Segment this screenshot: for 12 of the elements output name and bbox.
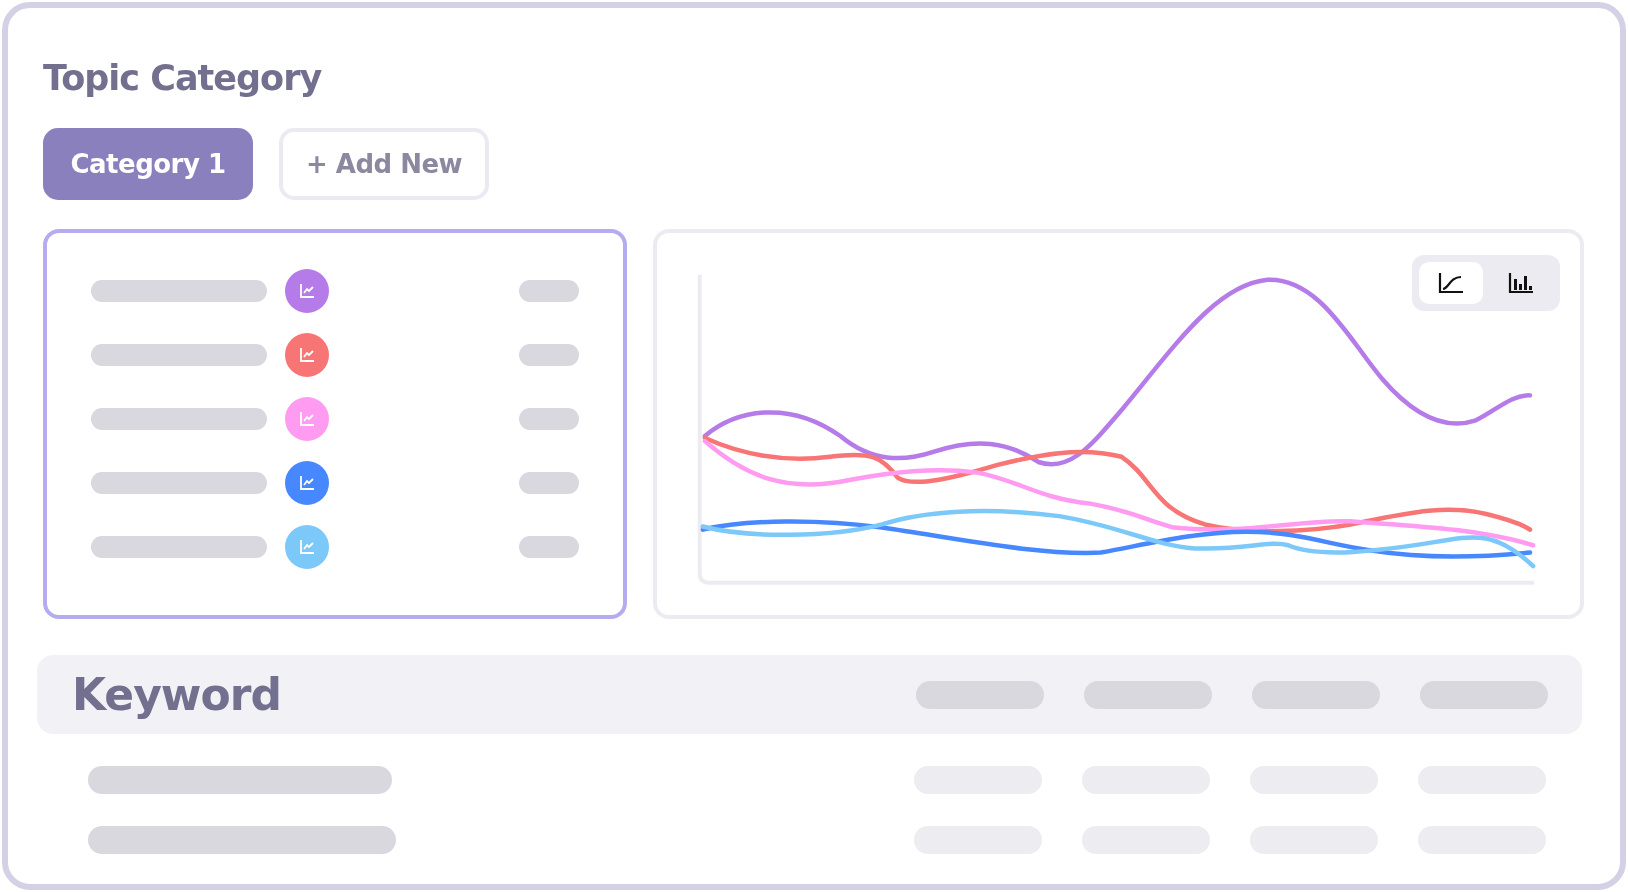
placeholder-bar xyxy=(519,408,579,430)
section-title: Topic Category xyxy=(43,58,323,98)
column-header: Keyword xyxy=(72,669,281,720)
bar-chart-icon xyxy=(1507,271,1535,295)
tab[interactable]: + Add New xyxy=(279,128,489,200)
placeholder-bar xyxy=(519,344,579,366)
placeholder-bar xyxy=(519,536,579,558)
line-chart-button[interactable] xyxy=(1419,262,1483,304)
tab[interactable]: Category 1 xyxy=(43,128,253,200)
placeholder-bar xyxy=(519,472,579,494)
placeholder-bar xyxy=(519,280,579,302)
line-chart-icon xyxy=(1437,271,1465,295)
